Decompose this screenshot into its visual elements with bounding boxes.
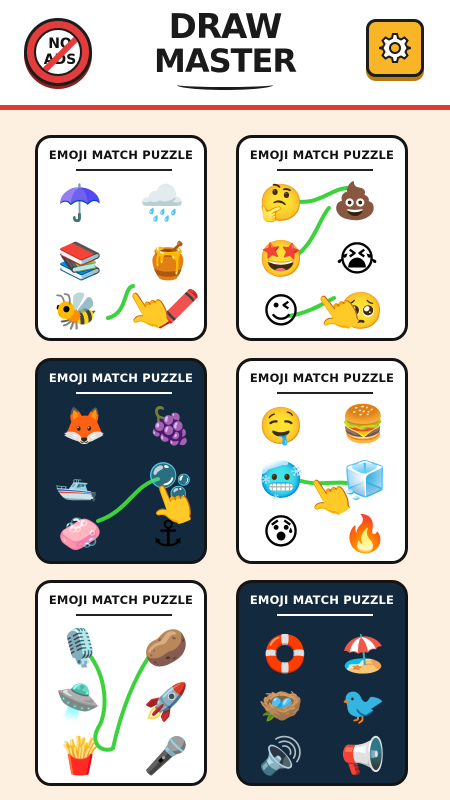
drooling-face-emoji[interactable]: 🤤 [257, 403, 305, 451]
puzzle-card-3[interactable]: EMOJI MATCH PUZZLE 🦊 🍇 🛥️ 🫧 🧼 ⚓ 👆 [35, 358, 207, 564]
microphone-emoji[interactable]: 🎤 [142, 733, 190, 781]
hamburger-emoji[interactable]: 🍔 [339, 401, 387, 449]
books-emoji[interactable]: 📚 [56, 238, 104, 286]
grapes-emoji[interactable]: 🍇 [146, 403, 194, 451]
app-logo: DRAW MASTER [140, 10, 310, 90]
logo-line-1: DRAW [168, 7, 283, 47]
header-divider [0, 105, 450, 110]
studio-microphone-emoji[interactable]: 🎙️ [56, 625, 104, 673]
flying-saucer-emoji[interactable]: 🛸 [54, 679, 102, 727]
settings-button[interactable] [366, 19, 424, 77]
motor-boat-emoji[interactable]: 🛥️ [52, 459, 100, 507]
puzzle-card-4[interactable]: EMOJI MATCH PUZZLE 🤤 🍔 🥶 🧊 😰 🔥 👆 [236, 358, 408, 564]
logo-line-2: MASTER [154, 42, 297, 80]
bird-emoji[interactable]: 🐦 [339, 683, 387, 731]
card-divider [277, 614, 373, 616]
puzzle-card-6[interactable]: EMOJI MATCH PUZZLE 🛟 🏖️ 🪺 🐦 🔊 📢 [236, 580, 408, 786]
beach-emoji[interactable]: 🏖️ [339, 631, 387, 679]
speaker-emoji[interactable]: 🔊 [257, 733, 305, 781]
pile-of-poo-emoji[interactable]: 💩 [331, 178, 379, 226]
rocket-emoji[interactable]: 🚀 [142, 679, 190, 727]
puzzle-card-1[interactable]: EMOJI MATCH PUZZLE ☂️ 🌧️ 📚 🍯 🐝 🖍️ 👆 [35, 135, 207, 341]
gear-icon [379, 33, 411, 63]
no-ads-icon: NO ADS [34, 28, 82, 76]
honey-pot-emoji[interactable]: 🍯 [144, 238, 192, 286]
ring-buoy-emoji[interactable]: 🛟 [261, 631, 309, 679]
puzzle-card-2[interactable]: EMOJI MATCH PUZZLE 🤔 💩 🤩 😭 😉 🥺 👆 [236, 135, 408, 341]
thinking-face-emoji[interactable]: 🤔 [257, 180, 305, 228]
logo-underline [177, 80, 273, 90]
soap-emoji[interactable]: 🧼 [56, 511, 104, 559]
french-fries-emoji[interactable]: 🍟 [56, 733, 104, 781]
umbrella-emoji[interactable]: ☂️ [56, 180, 104, 228]
fire-emoji[interactable]: 🔥 [341, 511, 389, 559]
cold-face-emoji[interactable]: 🥶 [257, 457, 305, 505]
nest-emoji[interactable]: 🪺 [257, 683, 305, 731]
bee-emoji[interactable]: 🐝 [52, 288, 100, 336]
potato-emoji[interactable]: 🥔 [142, 625, 190, 673]
fox-emoji[interactable]: 🦊 [60, 403, 108, 451]
crying-face-emoji[interactable]: 😭 [333, 236, 381, 284]
anxious-face-emoji[interactable]: 😰 [257, 509, 305, 557]
puzzle-card-5[interactable]: EMOJI MATCH PUZZLE 🎙️ 🥔 🛸 🚀 🍟 🎤 [35, 580, 207, 786]
rain-cloud-emoji[interactable]: 🌧️ [138, 180, 186, 228]
star-struck-emoji[interactable]: 🤩 [257, 236, 305, 284]
winking-face-emoji[interactable]: 😉 [257, 288, 305, 336]
no-ads-button[interactable]: NO ADS [24, 18, 92, 86]
card-title: EMOJI MATCH PUZZLE [249, 593, 395, 607]
megaphone-emoji[interactable]: 📢 [339, 733, 387, 781]
